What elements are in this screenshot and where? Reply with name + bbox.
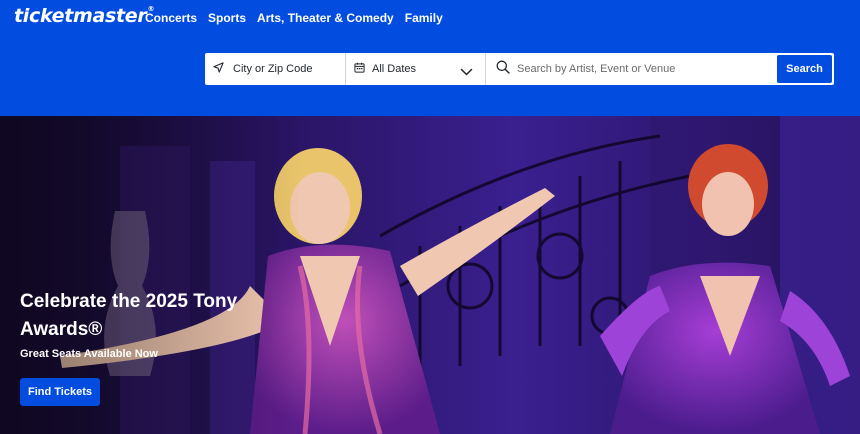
chevron-down-icon[interactable]: [460, 64, 473, 82]
date-select[interactable]: All Dates: [346, 53, 486, 85]
nav-item-sports[interactable]: Sports: [208, 11, 246, 25]
ticketmaster-logo[interactable]: ticketmaster®: [14, 5, 154, 27]
logo-text[interactable]: ticketmaster: [14, 5, 147, 27]
nav-item-family[interactable]: Family: [405, 11, 443, 25]
hero-banner[interactable]: [0, 116, 860, 434]
location-placeholder[interactable]: City or Zip Code: [233, 63, 312, 75]
main-nav: Concerts Sports Arts, Theater & Comedy F…: [145, 11, 443, 25]
hero-title: Celebrate the 2025 Tony Awards®: [20, 291, 238, 340]
search-icon: [496, 60, 510, 79]
hero-subtitle: Great Seats Available Now: [20, 348, 158, 360]
nav-item-concerts[interactable]: Concerts: [145, 11, 197, 25]
nav-item-arts-theater-comedy[interactable]: Arts, Theater & Comedy: [257, 11, 394, 25]
location-arrow-icon: [213, 60, 224, 78]
search-input-placeholder[interactable]: Search by Artist, Event or Venue: [517, 63, 675, 75]
hero-image: [0, 116, 860, 434]
search-button[interactable]: Search: [777, 55, 832, 83]
search-query-field[interactable]: Search by Artist, Event or Venue: [486, 53, 776, 85]
find-tickets-button[interactable]: Find Tickets: [20, 378, 100, 406]
calendar-icon: [354, 60, 365, 78]
site-header: ticketmaster® Concerts Sports Arts, Thea…: [0, 0, 860, 116]
search-bar: City or Zip Code All Dates Search by Art…: [205, 53, 834, 85]
location-field[interactable]: City or Zip Code: [205, 53, 346, 85]
date-value[interactable]: All Dates: [372, 63, 416, 75]
